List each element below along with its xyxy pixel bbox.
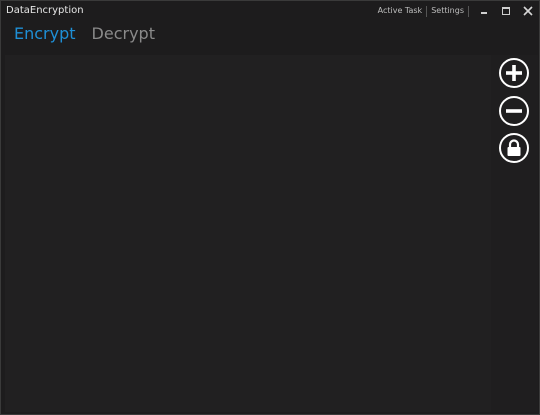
title-bar[interactable]: DataEncryption Active Task Settings xyxy=(1,1,539,21)
title-commands: Active Task Settings xyxy=(374,5,469,17)
minimize-icon xyxy=(481,12,487,14)
maximize-button[interactable] xyxy=(496,3,516,19)
add-file-button[interactable] xyxy=(499,58,529,88)
title-command-divider xyxy=(468,5,469,17)
app-window: DataEncryption Active Task Settings Encr… xyxy=(0,0,540,415)
close-button[interactable] xyxy=(518,3,538,19)
plus-icon xyxy=(506,65,522,81)
lock-icon xyxy=(507,139,521,156)
close-icon xyxy=(523,6,533,16)
mode-tabs: Encrypt Decrypt xyxy=(14,23,171,45)
remove-file-button[interactable] xyxy=(499,96,529,126)
active-task-button[interactable]: Active Task xyxy=(374,5,427,17)
tab-encrypt[interactable]: Encrypt xyxy=(14,23,76,45)
app-title: DataEncryption xyxy=(6,5,84,16)
tab-decrypt[interactable]: Decrypt xyxy=(92,23,155,45)
settings-button[interactable]: Settings xyxy=(427,5,468,17)
encrypt-lock-button[interactable] xyxy=(499,133,529,163)
file-list-panel[interactable] xyxy=(5,55,491,412)
minus-icon xyxy=(506,109,522,113)
minimize-button[interactable] xyxy=(474,3,494,19)
maximize-icon xyxy=(502,7,510,15)
